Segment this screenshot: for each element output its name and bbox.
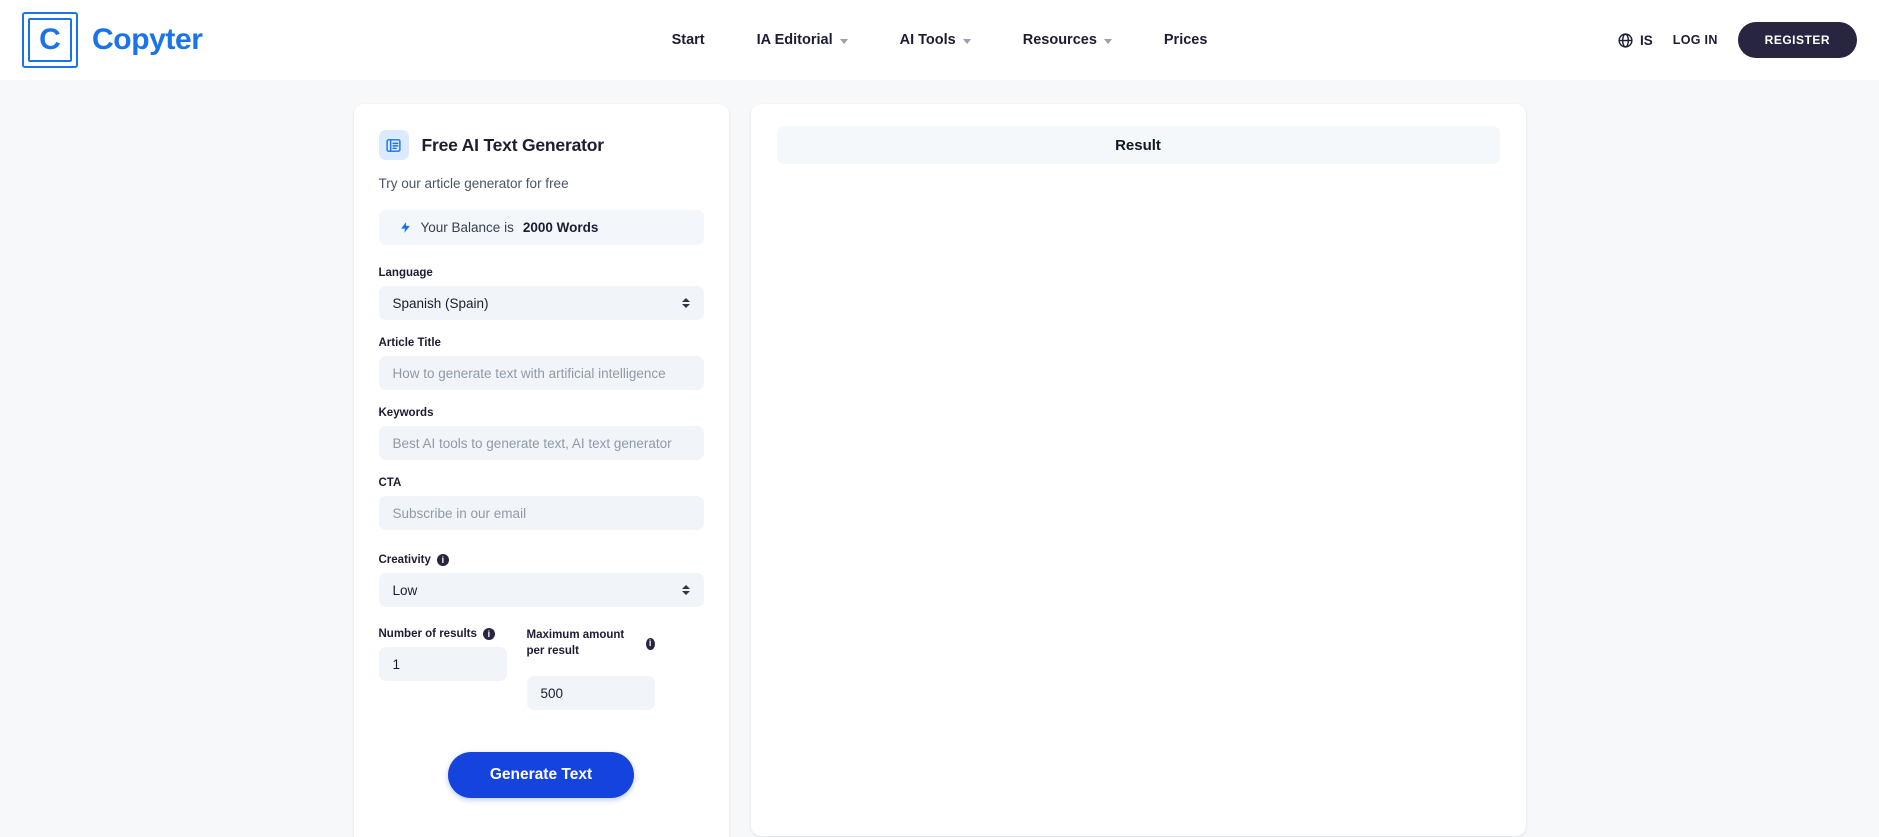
generator-subtitle: Try our article generator for free xyxy=(379,176,704,191)
chevron-down-icon xyxy=(963,39,971,44)
field-article-title: Article Title xyxy=(379,337,704,390)
nav-label: Prices xyxy=(1164,32,1208,48)
nav-item-ia-editorial[interactable]: IA Editorial xyxy=(757,32,848,48)
article-icon xyxy=(379,130,409,160)
brand-logo[interactable]: C Copyter xyxy=(22,12,203,68)
balance-value: 2000 Words xyxy=(523,220,599,235)
label-maximum-amount-text: Maximum amount per result xyxy=(527,628,640,659)
label-article-title: Article Title xyxy=(379,337,704,349)
header-actions: IS LOG IN REGISTER xyxy=(1617,22,1857,58)
info-icon[interactable]: i xyxy=(646,638,655,650)
language-switcher[interactable]: IS xyxy=(1617,32,1653,49)
chevron-down-icon xyxy=(1104,39,1112,44)
language-label: IS xyxy=(1640,33,1653,48)
info-icon[interactable]: i xyxy=(437,554,449,566)
nav-label: Start xyxy=(672,32,705,48)
article-title-input[interactable] xyxy=(379,356,704,390)
numeric-fields-row: Number of results i Maximum amount per r… xyxy=(379,628,704,710)
keywords-input[interactable] xyxy=(379,426,704,460)
logo-mark-icon: C xyxy=(22,12,78,68)
number-of-results-input[interactable] xyxy=(379,647,507,681)
nav-label: Resources xyxy=(1023,32,1097,48)
site-header: C Copyter Start IA Editorial AI Tools Re… xyxy=(0,0,1879,80)
field-creativity: Creativity i Low xyxy=(379,554,704,607)
result-title: Result xyxy=(777,126,1500,164)
field-cta: CTA xyxy=(379,477,704,530)
label-maximum-amount-per-result: Maximum amount per result i xyxy=(527,628,655,659)
info-icon[interactable]: i xyxy=(483,628,495,640)
label-creativity: Creativity i xyxy=(379,554,704,566)
label-number-of-results-text: Number of results xyxy=(379,628,477,640)
brand-name: Copyter xyxy=(92,23,203,57)
generator-header: Free AI Text Generator xyxy=(379,130,704,160)
chevron-down-icon xyxy=(840,39,848,44)
main-content: Free AI Text Generator Try our article g… xyxy=(0,80,1879,837)
balance-banner: Your Balance is 2000 Words xyxy=(379,210,704,245)
result-panel: Result xyxy=(751,104,1526,836)
label-number-of-results: Number of results i xyxy=(379,628,507,640)
nav-item-resources[interactable]: Resources xyxy=(1023,32,1112,48)
label-keywords: Keywords xyxy=(379,407,704,419)
nav-item-prices[interactable]: Prices xyxy=(1164,32,1208,48)
nav-item-start[interactable]: Start xyxy=(672,32,705,48)
field-number-of-results: Number of results i xyxy=(379,628,507,710)
cta-input[interactable] xyxy=(379,496,704,530)
result-content[interactable] xyxy=(777,164,1500,837)
field-language: Language Spanish (Spain) xyxy=(379,267,704,320)
language-select[interactable]: Spanish (Spain) xyxy=(379,286,704,320)
label-language: Language xyxy=(379,267,704,279)
label-cta: CTA xyxy=(379,477,704,489)
lightning-bolt-icon xyxy=(399,220,412,235)
generate-text-button[interactable]: Generate Text xyxy=(448,752,634,798)
field-maximum-amount-per-result: Maximum amount per result i xyxy=(527,628,655,710)
register-button[interactable]: REGISTER xyxy=(1738,22,1857,58)
nav-label: AI Tools xyxy=(900,32,956,48)
maximum-amount-input[interactable] xyxy=(527,676,655,710)
main-navigation: Start IA Editorial AI Tools Resources Pr… xyxy=(672,32,1208,48)
generate-button-wrap: Generate Text xyxy=(379,752,704,798)
label-creativity-text: Creativity xyxy=(379,554,431,566)
logo-letter: C xyxy=(28,18,72,62)
generator-panel: Free AI Text Generator Try our article g… xyxy=(354,104,729,837)
balance-prefix: Your Balance is xyxy=(421,220,514,235)
nav-label: IA Editorial xyxy=(757,32,833,48)
page-title: Free AI Text Generator xyxy=(422,135,604,156)
login-link[interactable]: LOG IN xyxy=(1673,33,1718,47)
field-keywords: Keywords xyxy=(379,407,704,460)
creativity-select[interactable]: Low xyxy=(379,573,704,607)
nav-item-ai-tools[interactable]: AI Tools xyxy=(900,32,971,48)
globe-icon xyxy=(1617,32,1634,49)
